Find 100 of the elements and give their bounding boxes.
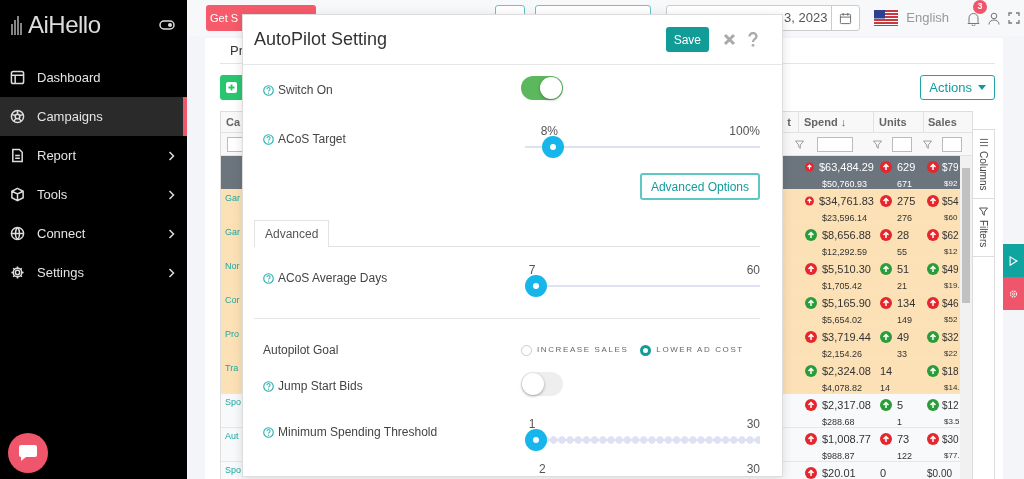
side-panel-tab[interactable]: Filters (973, 199, 994, 257)
previous-value: 276 (896, 212, 914, 225)
filter-icon (979, 207, 988, 217)
sidebar-item[interactable]: Settings (0, 253, 187, 292)
previous-value: $2,154.26 (821, 348, 864, 361)
previous-value: $988.87 (821, 450, 856, 463)
filter-input[interactable] (942, 136, 962, 152)
table-cell-text: 629 (897, 159, 916, 175)
help-icon[interactable] (263, 272, 274, 284)
close-button[interactable] (723, 33, 736, 46)
filter-input[interactable] (817, 136, 853, 152)
settings-icon (10, 265, 25, 280)
sidebar-item[interactable]: Dashboard (0, 58, 187, 97)
column-header[interactable]: Sales (924, 112, 960, 132)
help-icon (748, 32, 758, 47)
bell-icon[interactable] (967, 11, 980, 26)
caret-icon (978, 85, 986, 90)
slider-value: 8% (540, 123, 559, 140)
table-cell-text: $3,719.44 (822, 329, 871, 345)
scrollbar-thumb[interactable] (962, 168, 970, 303)
table-cell-text: 49 (897, 329, 910, 345)
actions-button[interactable]: Actions (920, 75, 995, 100)
filter-icon[interactable] (873, 139, 882, 149)
aperture-icon (10, 109, 25, 124)
previous-value: 1 (896, 416, 903, 429)
table-cell-text: $79 (942, 160, 959, 175)
previous-value: $14. (943, 382, 960, 394)
toggle-switch[interactable] (521, 75, 563, 100)
table-cell-text: 134 (897, 295, 916, 311)
table-cell-text: $0.00 (927, 466, 953, 479)
previous-value: $60 (943, 212, 959, 224)
table-cell-text: $30 (942, 432, 959, 447)
radio-option[interactable]: LOWER AD COST (640, 344, 744, 356)
previous-value: 33 (896, 348, 908, 361)
toggle-icon[interactable] (159, 20, 175, 30)
sidebar-item[interactable]: Campaigns (0, 97, 187, 136)
help-button[interactable] (748, 32, 758, 47)
column-header[interactable]: Spend ↓ (799, 112, 874, 132)
table-cell-text: 0 (880, 465, 887, 479)
slider-thumb[interactable] (525, 275, 547, 297)
table-cell-text: $2,324.08 (822, 363, 871, 379)
chat-bubble-icon (18, 444, 38, 462)
side-panel-tab[interactable]: Columns (973, 130, 994, 200)
logo-bars-icon (10, 14, 24, 36)
help-icon[interactable] (263, 133, 274, 145)
table-cell-text: 28 (897, 227, 910, 243)
field-label: ACoS Average Days (278, 270, 388, 287)
previous-value: $5,654.02 (821, 314, 864, 327)
columns-icon (979, 138, 988, 147)
table-cell-text: $32 (942, 330, 959, 345)
table-cell-text: 5 (897, 397, 904, 413)
filter-icon[interactable] (795, 139, 804, 149)
table-cell-text: 51 (897, 261, 910, 277)
settings-button[interactable] (1003, 277, 1024, 310)
previous-value: $23,596.14 (821, 212, 869, 225)
close-icon (723, 33, 736, 46)
user-icon[interactable] (988, 11, 1000, 25)
table-cell-text: 275 (897, 193, 916, 209)
previous-value: $19. (943, 280, 960, 292)
table-cell-text: $34,761.83 (818, 193, 874, 209)
table-cell-text: $46 (942, 296, 959, 311)
slider-max: 30 (746, 416, 760, 433)
table-cell-text: $54 (942, 194, 959, 209)
previous-value: $12,292.59 (821, 246, 869, 259)
tab[interactable]: Advanced (254, 220, 330, 247)
previous-value: 671 (896, 178, 914, 191)
table-cell-text: $63,484.29 (818, 159, 874, 175)
calendar-icon[interactable] (839, 11, 853, 25)
table-cell-text: $1,008.77 (822, 431, 871, 447)
previous-value: $1,705.42 (821, 280, 864, 293)
filter-input[interactable] (892, 136, 912, 152)
save-button[interactable]: Save (665, 27, 709, 52)
filter-icon[interactable] (923, 139, 932, 149)
fullscreen-icon[interactable] (1008, 12, 1020, 24)
table-cell-text: $5,510.30 (822, 261, 871, 277)
flag-icon (874, 10, 899, 26)
field-label: Switch On (278, 82, 333, 99)
sidebar-item[interactable]: Tools (0, 175, 187, 214)
help-icon[interactable] (263, 380, 274, 392)
help-icon[interactable] (263, 84, 274, 96)
table-cell-text: $18 (942, 364, 959, 379)
previous-value: 149 (896, 314, 914, 327)
toggle-switch[interactable] (521, 371, 563, 396)
page-tab[interactable]: Pr (220, 40, 243, 61)
previous-value: 14 (880, 382, 891, 395)
slider-thumb[interactable] (525, 429, 547, 451)
globe-icon (10, 226, 25, 241)
radio-option[interactable]: INCREASE SALES (521, 344, 629, 356)
slider-thumb[interactable] (542, 136, 565, 158)
advanced-options-button[interactable]: Advanced Options (639, 173, 760, 200)
sidebar-item[interactable]: Connect (0, 214, 187, 253)
sidebar-item[interactable]: Report (0, 136, 187, 175)
previous-value: $50,760.93 (821, 178, 869, 191)
column-header[interactable]: Units (874, 112, 924, 132)
table-cell-text: $5,165.90 (822, 295, 871, 311)
table-cell-text: $2,317.08 (822, 397, 871, 413)
help-icon[interactable] (263, 426, 274, 438)
play-button[interactable] (1003, 244, 1024, 277)
cube-icon (10, 187, 25, 202)
previous-value: $77. (943, 450, 960, 462)
